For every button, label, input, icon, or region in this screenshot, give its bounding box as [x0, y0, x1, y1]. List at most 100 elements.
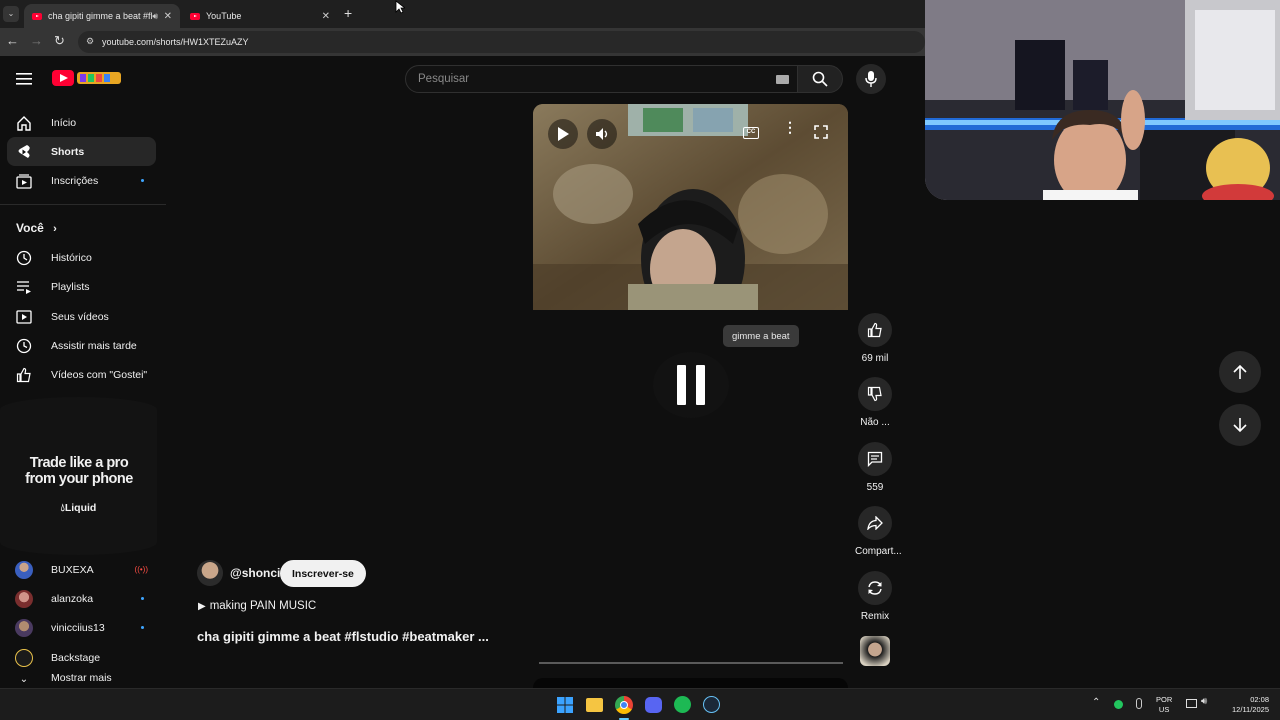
- comments-button[interactable]: [858, 442, 892, 476]
- sidebar-item-playlists[interactable]: Playlists: [7, 272, 156, 301]
- sidebar-subscription-alanzoka[interactable]: alanzoka: [7, 584, 156, 613]
- discord-icon[interactable]: [645, 697, 662, 713]
- forward-icon[interactable]: →: [30, 33, 43, 48]
- back-icon[interactable]: ←: [6, 33, 19, 48]
- voice-search-button[interactable]: [856, 64, 886, 94]
- short-title: cha gipiti gimme a beat #flstudio #beatm…: [197, 629, 489, 644]
- avatar: [15, 560, 33, 579]
- channel-avatar[interactable]: [197, 560, 223, 586]
- share-action[interactable]: Compart...: [855, 506, 902, 557]
- sidebar-item-watch-later[interactable]: Assistir mais tarde: [7, 331, 156, 360]
- share-button[interactable]: [858, 506, 892, 540]
- short-video-frame[interactable]: CC ⋮: [533, 104, 848, 310]
- close-tab-icon[interactable]: ✕: [322, 11, 330, 22]
- sidebar-show-more[interactable]: ⌄ Mostrar mais: [7, 672, 156, 688]
- subscribe-button[interactable]: Inscrever-se: [280, 560, 366, 587]
- reload-icon[interactable]: ↻: [54, 33, 65, 49]
- youtube-logo[interactable]: [52, 69, 122, 87]
- show-more-label: Mostrar mais: [51, 672, 112, 684]
- pause-button[interactable]: [653, 352, 729, 418]
- remix-action[interactable]: Remix: [855, 571, 895, 622]
- remix-button[interactable]: [858, 571, 892, 605]
- shorts-icon: [15, 143, 33, 161]
- ad-headline: Trade like a pro from your phone: [25, 455, 133, 487]
- sidebar-item-label: Início: [51, 116, 77, 129]
- liked-icon: [15, 366, 33, 384]
- speaker-icon[interactable]: 🔊︎: [152, 11, 158, 22]
- network-icon[interactable]: [1186, 699, 1197, 708]
- address-bar[interactable]: ⚙︎ youtube.com/shorts/HW1XTEZuAZY: [78, 31, 925, 53]
- you-heading-text: Você: [16, 221, 44, 235]
- youtube-favicon-icon: [190, 12, 200, 20]
- progress-bar[interactable]: [539, 662, 843, 664]
- tray-overflow-icon[interactable]: ⌃: [1092, 697, 1100, 708]
- history-icon: [15, 249, 33, 267]
- tab-list-button[interactable]: ⌄: [3, 6, 19, 22]
- music-link[interactable]: ▶ making PAIN MUSIC: [198, 600, 316, 612]
- sidebar-subscription-vinicciius13[interactable]: vinicciius13: [7, 613, 156, 642]
- avatar: [15, 648, 33, 667]
- clock[interactable]: 02:08 12/11/2025: [1221, 695, 1269, 715]
- sidebar-divider: [0, 204, 166, 205]
- close-tab-icon[interactable]: ✕: [164, 11, 172, 22]
- sound-thumbnail[interactable]: [860, 636, 890, 666]
- live-icon: ((•)): [134, 565, 148, 574]
- you-section-heading[interactable]: Você ›: [16, 221, 57, 235]
- subscribe-label: Inscrever-se: [292, 567, 354, 580]
- tray-status-icon[interactable]: [1114, 700, 1123, 709]
- sidebar-subscription-buxexa[interactable]: BUXEXA ((•)): [7, 555, 156, 584]
- spotify-icon[interactable]: [674, 696, 691, 713]
- microphone-tray-icon[interactable]: [1136, 698, 1142, 709]
- new-tab-button[interactable]: +: [344, 5, 352, 21]
- more-options-icon[interactable]: ⋮: [783, 120, 797, 134]
- dislike-label: Não ...: [860, 417, 890, 428]
- play-icon: ▶: [198, 601, 206, 612]
- subscription-label: Backstage: [51, 651, 101, 664]
- thumbs-down-icon: [867, 386, 882, 402]
- comments-action[interactable]: 559: [855, 442, 895, 493]
- menu-icon[interactable]: [16, 72, 32, 85]
- search-icon: [812, 71, 828, 87]
- home-icon: [15, 114, 33, 132]
- fullscreen-icon[interactable]: [814, 125, 828, 139]
- sidebar-item-history[interactable]: Histórico: [7, 243, 156, 272]
- chrome-icon[interactable]: [615, 696, 633, 714]
- sidebar-item-subscriptions[interactable]: Inscrições: [7, 166, 156, 195]
- ad-brand: Liquid: [64, 502, 97, 514]
- dislike-action[interactable]: Não ...: [855, 377, 895, 428]
- like-action[interactable]: 69 mil: [855, 313, 895, 364]
- next-short-button[interactable]: [1219, 404, 1261, 446]
- sidebar-item-shorts[interactable]: Shorts: [7, 137, 156, 166]
- remix-icon: [868, 581, 882, 595]
- windows-start-icon[interactable]: [557, 697, 573, 713]
- play-button[interactable]: [548, 119, 578, 149]
- captions-icon[interactable]: CC: [743, 127, 759, 139]
- steam-icon[interactable]: [703, 696, 720, 713]
- dislike-button[interactable]: [858, 377, 892, 411]
- search-button[interactable]: [797, 65, 843, 93]
- short-video-lower[interactable]: [533, 310, 848, 678]
- browser-tab-bar: ⌄ cha gipiti gimme a beat #fl 🔊︎ ✕ YouTu…: [0, 0, 925, 28]
- watch-later-icon: [15, 337, 33, 355]
- tab-shorts[interactable]: cha gipiti gimme a beat #fl 🔊︎ ✕: [24, 4, 180, 28]
- keyboard-icon[interactable]: [776, 75, 789, 84]
- search-input[interactable]: Pesquisar: [405, 65, 798, 93]
- sidebar-item-home[interactable]: Início: [7, 108, 156, 137]
- microphone-icon: [865, 71, 877, 87]
- volume-tray-icon[interactable]: 🔊︎: [1201, 696, 1207, 707]
- sidebar-ad[interactable]: Trade like a pro from your phone 💧︎Liqui…: [0, 397, 157, 555]
- keyboard-language[interactable]: POR US: [1156, 695, 1172, 715]
- like-button[interactable]: [858, 313, 892, 347]
- tab-youtube[interactable]: YouTube ✕: [182, 4, 338, 28]
- channel-name[interactable]: @shonci: [230, 566, 280, 580]
- file-explorer-icon[interactable]: [586, 698, 603, 712]
- sidebar-subscription-backstage[interactable]: Backstage: [7, 643, 156, 672]
- site-info-icon[interactable]: ⚙︎: [86, 36, 94, 47]
- volume-button[interactable]: [587, 119, 617, 149]
- previous-short-button[interactable]: [1219, 351, 1261, 393]
- sidebar-item-label: Shorts: [51, 145, 85, 158]
- sidebar-item-liked-videos[interactable]: Vídeos com "Gostei": [7, 360, 156, 389]
- sidebar-item-label: Histórico: [51, 251, 92, 264]
- sidebar-item-your-videos[interactable]: Seus vídeos: [7, 302, 156, 331]
- tooltip-text: gimme a beat: [732, 330, 790, 342]
